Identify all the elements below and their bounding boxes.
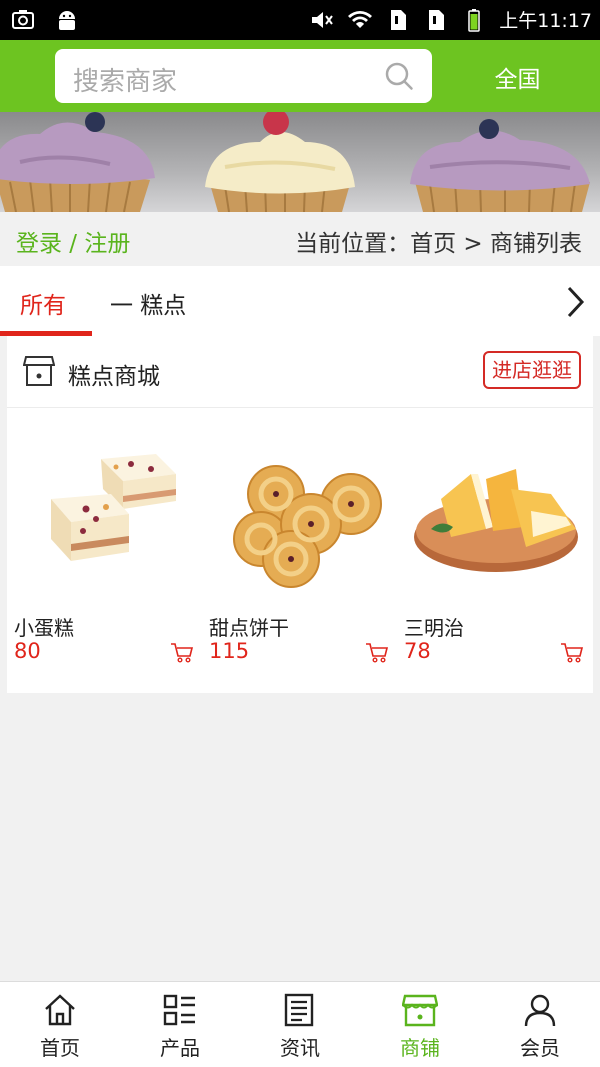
mute-icon: [312, 11, 334, 28]
status-bar: 上午11:17: [0, 0, 600, 40]
product-price: 80: [14, 639, 41, 663]
top-header: 搜索商家 全国: [0, 40, 600, 112]
screenshot-icon: [12, 10, 34, 29]
nav-label: 商铺: [400, 1036, 440, 1060]
cart-icon[interactable]: [560, 642, 584, 664]
grid-list-icon: [163, 994, 195, 1026]
search-icon[interactable]: [384, 61, 414, 91]
nav-label: 资讯: [280, 1036, 320, 1060]
nav-item-news[interactable]: 资讯: [240, 982, 360, 1067]
shop-name: 糕点商城: [68, 364, 160, 390]
home-icon: [45, 994, 75, 1026]
battery-icon: [468, 8, 480, 32]
nav-item-home[interactable]: 首页: [0, 982, 120, 1067]
news-icon: [284, 993, 314, 1027]
store-icon: [402, 994, 438, 1027]
nav-label: 会员: [520, 1036, 560, 1060]
product-image-cookies: [206, 419, 393, 609]
product-item[interactable]: 小蛋糕 80: [7, 409, 202, 693]
region-selector-button[interactable]: 全国: [470, 60, 565, 94]
store-icon: [23, 356, 55, 386]
tab-all[interactable]: 所有: [0, 266, 92, 336]
shop-card: 糕点商城 进店逛逛 小蛋糕 80 甜点饼干 115 三明治 78: [7, 336, 593, 693]
nav-item-stores[interactable]: 商铺: [360, 982, 480, 1067]
product-price: 115: [209, 639, 250, 663]
product-item[interactable]: 甜点饼干 115: [202, 409, 397, 693]
product-image-cake: [11, 419, 198, 609]
user-icon: [524, 994, 556, 1027]
cupcakes-illustration: [0, 112, 590, 212]
visit-store-button[interactable]: 进店逛逛: [483, 351, 581, 389]
wifi-icon: [348, 10, 373, 28]
android-icon: [59, 11, 75, 30]
breadcrumb: 当前位置：首页 > 商铺列表: [295, 231, 582, 257]
sim1-icon: [391, 9, 407, 30]
nav-item-products[interactable]: 产品: [120, 982, 240, 1067]
tab-all-label: 所有: [20, 293, 66, 319]
nav-label: 首页: [40, 1036, 80, 1060]
product-name: 甜点饼干: [209, 616, 289, 640]
status-time: 上午11:17: [499, 10, 592, 32]
category-tabs: 所有 一 糕点: [0, 266, 600, 336]
banner-image[interactable]: [0, 112, 600, 212]
search-placeholder: 搜索商家: [73, 67, 178, 97]
tab-cake[interactable]: 一 糕点: [110, 286, 186, 320]
bottom-nav: 首页 产品 资讯 商铺 会员: [0, 981, 600, 1067]
breadcrumb-bar: 登录 / 注册 当前位置：首页 > 商铺列表: [0, 212, 600, 266]
search-input[interactable]: 搜索商家: [55, 49, 432, 103]
cart-icon[interactable]: [365, 642, 389, 664]
cart-icon[interactable]: [170, 642, 194, 664]
product-price: 78: [404, 639, 431, 663]
product-name: 小蛋糕: [14, 616, 74, 640]
nav-item-member[interactable]: 会员: [480, 982, 600, 1067]
sim2-icon: [429, 9, 445, 30]
product-image-sandwich: [401, 419, 588, 609]
chevron-right-icon[interactable]: [562, 284, 588, 320]
nav-label: 产品: [160, 1036, 200, 1060]
login-register-link[interactable]: 登录 / 注册: [16, 224, 130, 258]
product-list: 小蛋糕 80 甜点饼干 115 三明治 78: [7, 409, 593, 693]
product-name: 三明治: [404, 616, 464, 640]
product-item[interactable]: 三明治 78: [397, 409, 592, 693]
shop-header: 糕点商城 进店逛逛: [7, 336, 593, 408]
